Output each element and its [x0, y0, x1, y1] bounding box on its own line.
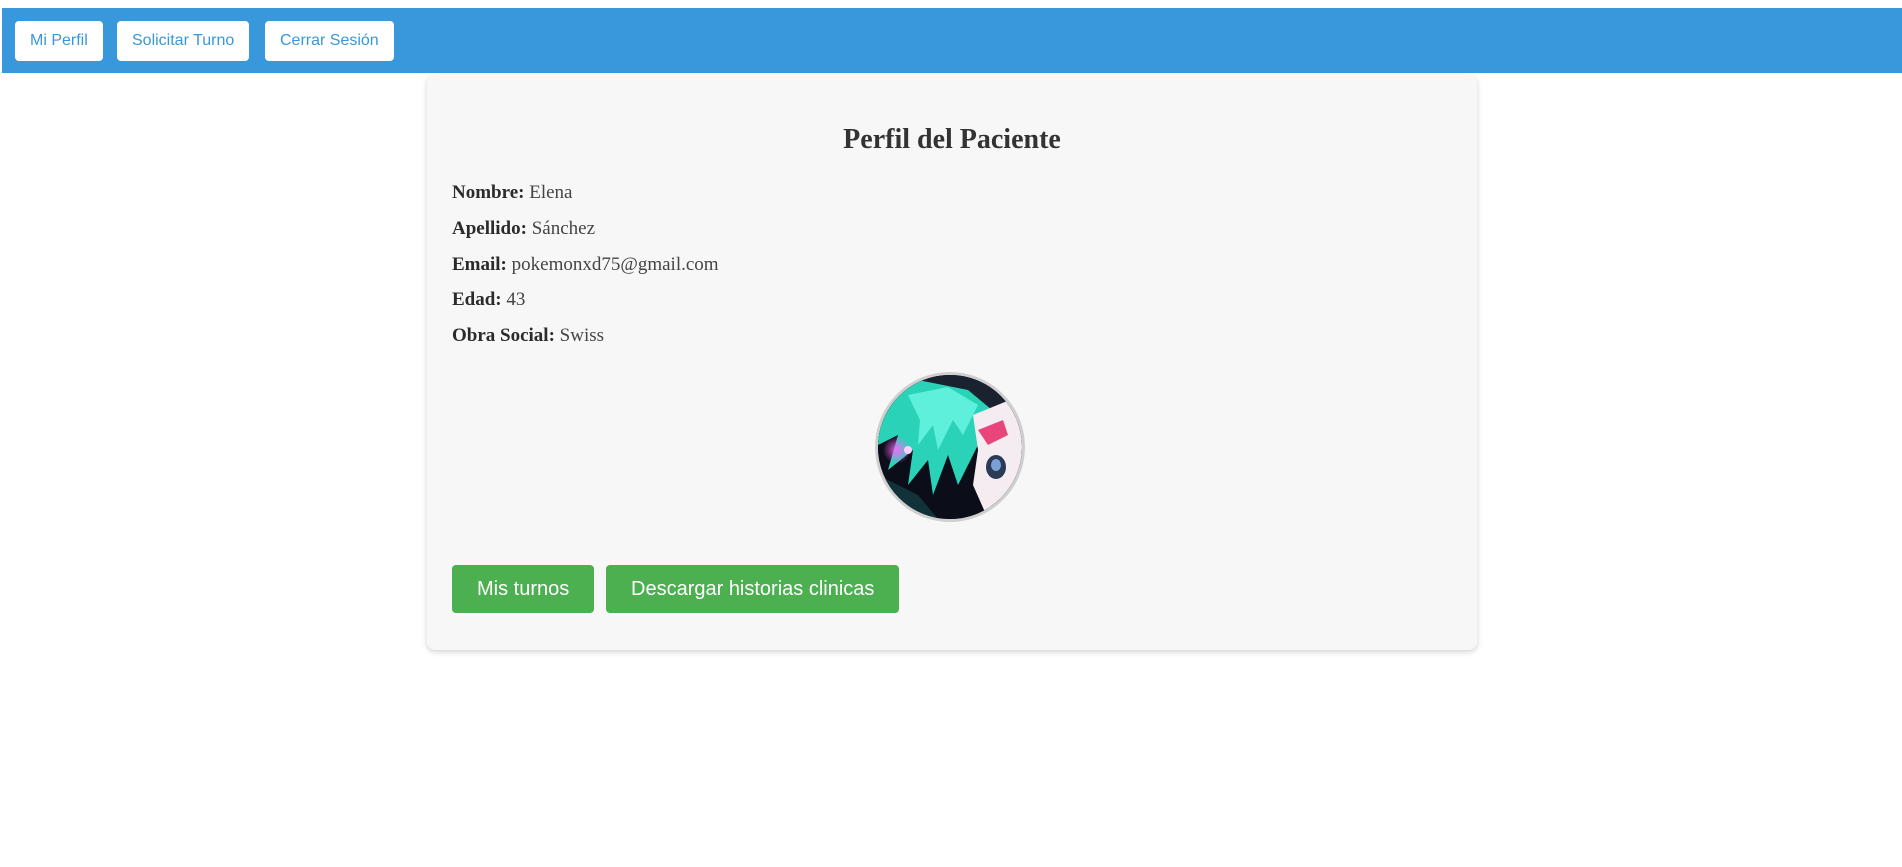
profile-card: Perfil del Paciente Nombre: Elena Apelli…: [427, 75, 1477, 650]
profile-avatar: [875, 372, 1025, 522]
field-obra-social: Obra Social: Swiss: [452, 324, 604, 348]
field-edad-label: Edad:: [452, 289, 502, 310]
field-obra-social-value: Swiss: [559, 325, 605, 346]
avatar-image: [878, 375, 1022, 519]
field-email-label: Email:: [452, 254, 507, 275]
field-apellido: Apellido: Sánchez: [452, 217, 595, 241]
field-nombre: Nombre: Elena: [452, 181, 572, 205]
mis-turnos-button[interactable]: Mis turnos: [452, 565, 595, 613]
field-nombre-value: Elena: [529, 182, 573, 203]
field-edad-value: 43: [506, 289, 526, 310]
descargar-historias-button[interactable]: Descargar historias clinicas: [606, 565, 900, 613]
field-apellido-value: Sánchez: [531, 218, 596, 239]
field-obra-social-label: Obra Social:: [452, 325, 555, 346]
field-email: Email: pokemonxd75@gmail.com: [452, 253, 719, 277]
field-edad: Edad: 43: [452, 288, 525, 312]
nav-cerrar-sesion-button[interactable]: Cerrar Sesión: [265, 21, 394, 61]
field-email-value: pokemonxd75@gmail.com: [511, 254, 719, 275]
top-navbar: Mi Perfil Solicitar Turno Cerrar Sesión: [2, 8, 1902, 73]
field-apellido-label: Apellido:: [452, 218, 527, 239]
nav-solicitar-turno-button[interactable]: Solicitar Turno: [117, 21, 250, 61]
page-title: Perfil del Paciente: [843, 124, 1061, 155]
field-nombre-label: Nombre:: [452, 182, 525, 203]
nav-mi-perfil-button[interactable]: Mi Perfil: [15, 21, 103, 61]
